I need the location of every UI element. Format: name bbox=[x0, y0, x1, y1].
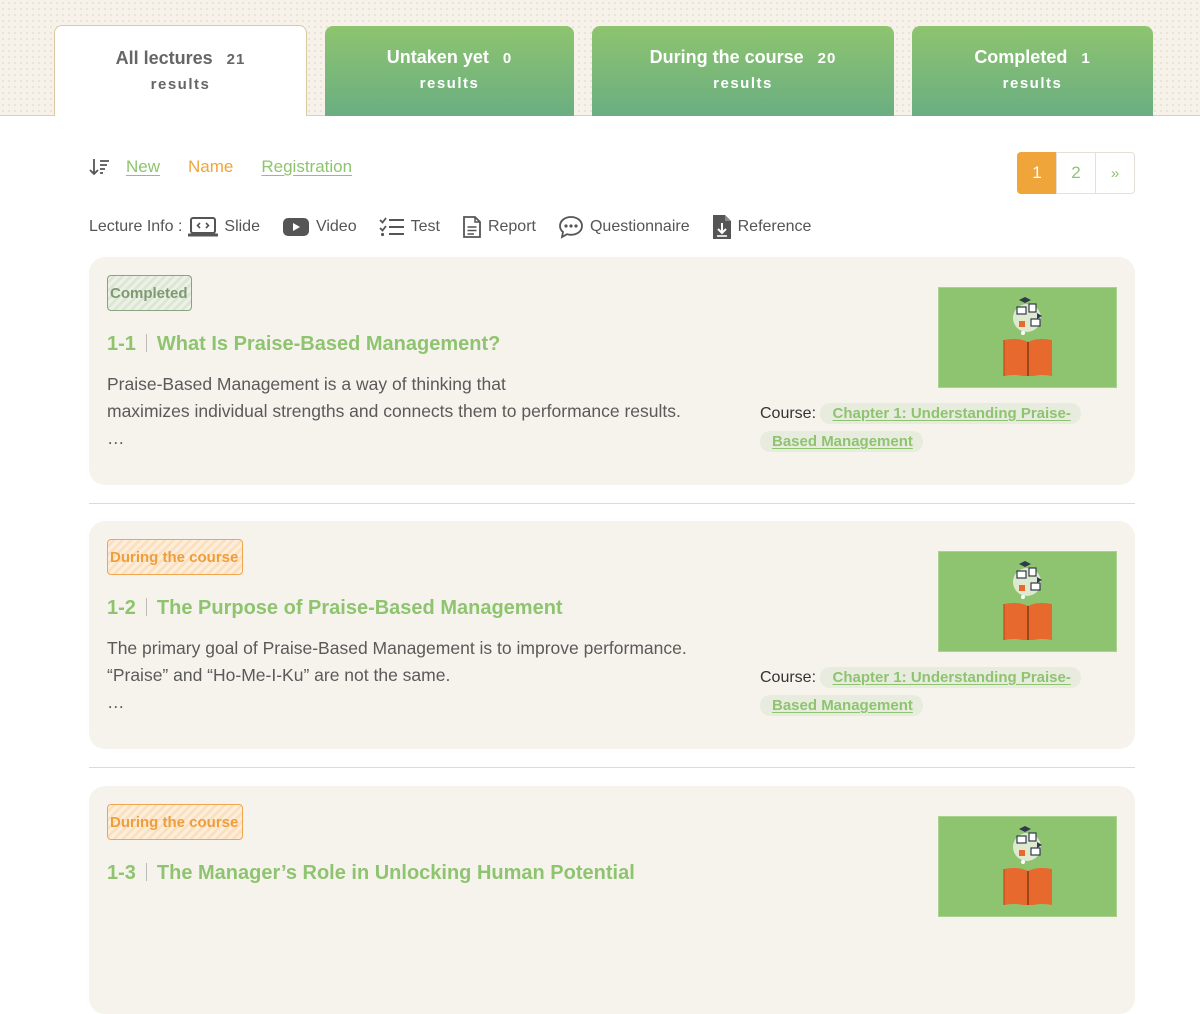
description-line: “Praise” and “Ho-Me-I-Ku” are not the sa… bbox=[107, 665, 451, 685]
tab-untaken-yet[interactable]: Untaken yet 0 results bbox=[325, 26, 574, 116]
title-separator bbox=[145, 334, 147, 352]
lecture-description: Praise-Based Management is a way of thin… bbox=[107, 371, 747, 452]
tab-count: 21 bbox=[226, 51, 246, 68]
lecture-title[interactable]: 1-3 The Manager’s Role in Unlocking Human… bbox=[107, 862, 635, 885]
tab-label: Untaken yet bbox=[386, 47, 489, 67]
sort-descending-icon bbox=[89, 159, 109, 176]
tab-all-lectures[interactable]: All lectures 21 results bbox=[54, 25, 307, 116]
book-illustration-icon bbox=[1002, 297, 1052, 376]
description-line: maximizes individual strengths and conne… bbox=[107, 401, 681, 421]
legend-test: Test bbox=[378, 216, 440, 238]
status-badge: Completed bbox=[107, 275, 192, 311]
status-badge: During the course bbox=[107, 539, 243, 575]
tabs-bar: All lectures 21 results Untaken yet 0 resu… bbox=[0, 0, 1200, 116]
legend-slide-label: Slide bbox=[224, 218, 260, 235]
page-2-button[interactable]: 2 bbox=[1056, 152, 1096, 194]
book-illustration-icon bbox=[1002, 561, 1052, 640]
description-ellipsis: … bbox=[107, 692, 125, 712]
report-icon bbox=[463, 216, 481, 238]
description-ellipsis: … bbox=[107, 428, 125, 448]
status-badge: During the course bbox=[107, 804, 243, 840]
legend-video-label: Video bbox=[315, 218, 357, 235]
description-line: Praise-Based Management is a way of thin… bbox=[107, 374, 506, 394]
tab-label: All lectures bbox=[115, 48, 213, 68]
lecture-title[interactable]: 1-1 What Is Praise-Based Management? bbox=[107, 333, 500, 356]
legend-slide: Slide bbox=[188, 216, 260, 238]
legend-label: Lecture Info : bbox=[89, 218, 183, 235]
legend-report-label: Report bbox=[487, 218, 536, 235]
lecture-title-text: The Manager’s Role in Unlocking Human Po… bbox=[156, 862, 635, 884]
legend-report: Report bbox=[462, 215, 536, 239]
legend-reference: Reference bbox=[712, 214, 812, 240]
slide-icon bbox=[188, 217, 219, 237]
tab-label: During the course bbox=[649, 47, 804, 67]
lecture-number: 1-3 bbox=[107, 862, 136, 884]
lecture-number: 1-2 bbox=[107, 597, 136, 619]
lecture-card[interactable]: During the course 1-3 The Manager’s Role … bbox=[89, 786, 1135, 1014]
tab-sub: results bbox=[713, 75, 773, 92]
lecture-title-text: The Purpose of Praise-Based Management bbox=[156, 597, 563, 619]
lecture-number: 1-1 bbox=[107, 333, 136, 355]
tab-during-the-course[interactable]: During the course 20 results bbox=[592, 26, 894, 116]
sort-new-link[interactable]: New bbox=[126, 157, 160, 177]
course-info: Course: Chapter 1: Understanding Praise-… bbox=[760, 400, 1090, 456]
divider bbox=[89, 767, 1135, 768]
sort-registration-link[interactable]: Registration bbox=[261, 157, 352, 177]
course-label: Course: bbox=[760, 405, 817, 422]
tab-count: 1 bbox=[1081, 50, 1091, 67]
tab-completed[interactable]: Completed 1 results bbox=[912, 26, 1153, 116]
course-label: Course: bbox=[760, 669, 817, 686]
lecture-title[interactable]: 1-2 The Purpose of Praise-Based Managemen… bbox=[107, 597, 563, 620]
legend-reference-label: Reference bbox=[737, 218, 812, 235]
title-separator bbox=[145, 598, 147, 616]
tab-sub: results bbox=[419, 75, 480, 92]
divider bbox=[89, 503, 1135, 504]
lecture-card[interactable]: Completed 1-1 What Is Praise-Based Manage… bbox=[89, 257, 1135, 485]
description-line: The primary goal of Praise-Based Managem… bbox=[107, 638, 687, 658]
sort-options: New Name Registration bbox=[88, 154, 380, 180]
course-info: Course: Chapter 1: Understanding Praise-… bbox=[760, 664, 1090, 720]
lecture-thumbnail[interactable] bbox=[938, 816, 1117, 917]
lecture-title-text: What Is Praise-Based Management? bbox=[156, 333, 501, 355]
lecture-thumbnail[interactable] bbox=[938, 287, 1117, 388]
tab-count: 20 bbox=[817, 50, 837, 67]
lecture-card[interactable]: During the course 1-2 The Purpose of Prai… bbox=[89, 521, 1135, 749]
legend-test-label: Test bbox=[410, 218, 440, 235]
next-page-button[interactable]: » bbox=[1095, 152, 1135, 194]
lecture-thumbnail[interactable] bbox=[938, 551, 1117, 652]
test-icon bbox=[378, 217, 404, 237]
tab-label: Completed bbox=[974, 47, 1068, 67]
reference-icon bbox=[712, 215, 731, 239]
legend-questionnaire-label: Questionnaire bbox=[589, 218, 690, 235]
page-1-button[interactable]: 1 bbox=[1017, 152, 1057, 194]
sort-name-link[interactable]: Name bbox=[188, 157, 233, 177]
questionnaire-icon bbox=[559, 216, 583, 239]
lecture-description: The primary goal of Praise-Based Managem… bbox=[107, 635, 747, 716]
book-illustration-icon bbox=[1002, 826, 1052, 905]
tab-sub: results bbox=[1002, 75, 1063, 92]
tab-count: 0 bbox=[502, 50, 513, 67]
tab-sub: results bbox=[150, 76, 211, 93]
lecture-info-legend: Lecture Info : Slide Video Test Report Q… bbox=[89, 213, 833, 241]
title-separator bbox=[145, 863, 147, 881]
legend-questionnaire: Questionnaire bbox=[558, 215, 690, 239]
video-icon bbox=[282, 218, 309, 236]
legend-video: Video bbox=[282, 217, 357, 237]
pagination: 1 2 » bbox=[1017, 152, 1135, 194]
